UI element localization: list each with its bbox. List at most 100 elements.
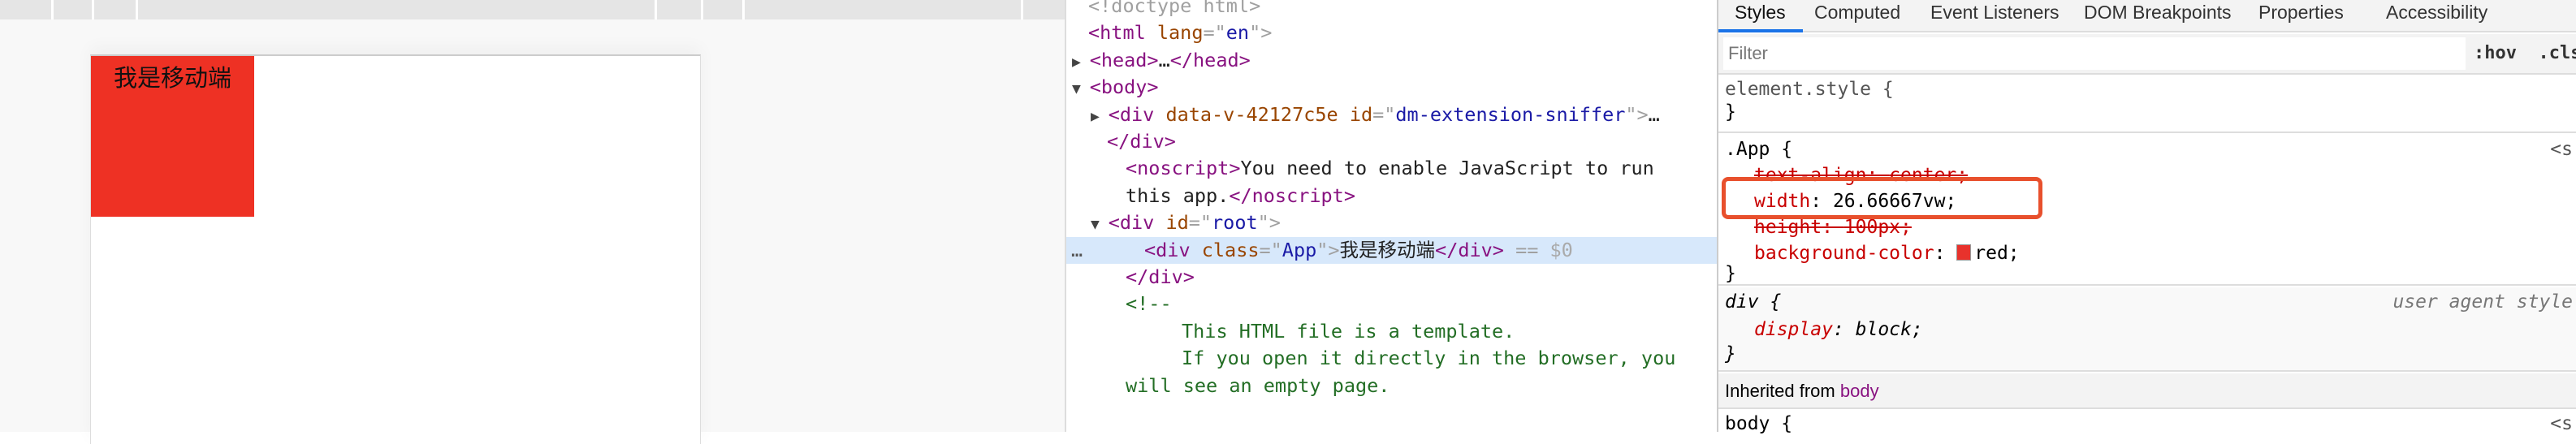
expand-triangle-icon[interactable]: ▶ [1091,108,1109,125]
rule-source[interactable]: <s [2550,411,2573,438]
page-viewport: 我是移动端 [0,0,1065,444]
hov-toggle[interactable]: :hov .cls [2474,37,2576,70]
collapse-triangle-icon[interactable]: ▼ [1072,80,1090,97]
dom-token: <body> [1089,75,1159,99]
dom-node-line[interactable] [1066,399,1717,426]
dom-token: This HTML file is a template. [1182,319,1515,343]
dom-token: $0 [1549,238,1573,261]
hov-button[interactable]: :hov [2474,43,2517,63]
dom-token: =" [1372,102,1396,126]
dom-token: "> [1316,238,1340,261]
decl-background-color[interactable]: background-color: red; [1754,240,2020,267]
dom-token: <noscript> [1126,157,1241,180]
dom-token: … [1648,102,1660,126]
dom-token: If you open it directly in the browser, … [1182,347,1676,370]
elements-dom-tree: <!doctype html> <html lang="en"> ▶ <head>…… [1065,0,1717,432]
body-rule: body { <s [1718,411,2576,443]
dom-token: </div> [1435,238,1504,261]
dom-node-line[interactable]: <html lang="en"> [1066,19,1717,46]
mobile-device-frame: 我是移动端 [90,54,701,444]
dom-node-line[interactable]: ▼ <body> [1066,74,1717,101]
tab-styles[interactable]: Styles [1735,0,1786,24]
dom-token: </div> [1107,130,1176,153]
dom-token: </noscript> [1229,183,1355,207]
dom-token: 我是移动端 [1339,238,1436,261]
dom-token: <div [1108,211,1166,235]
rule-selector[interactable]: body { [1725,411,1792,438]
div-user-agent-rule: div { user agent style display: block; } [1718,287,2576,372]
dom-token: </head> [1169,48,1251,71]
dom-token: root [1212,211,1258,235]
rule-source: user agent style [2392,291,2573,313]
element-style-rule: element.style { } [1718,75,2576,133]
dom-node-line[interactable]: ▶ <head>…</head> [1066,47,1717,74]
dom-token: App [1282,238,1317,261]
styles-pane: Styles Computed Event Listeners DOM Brea… [1717,0,2576,434]
rule-selector[interactable]: element.style { [1725,76,1894,103]
dom-token: data-v-42127c5e [1165,102,1350,126]
dom-node-selected[interactable]: … <div class="App">我是移动端</div> == $0 [1066,236,1717,264]
app-rule: .App { <s text-align: center; width: 26.… [1718,135,2576,286]
dom-node-line[interactable]: will see an empty page. [1066,373,1717,399]
tab-accessibility[interactable]: Accessibility [2386,0,2487,24]
collapse-triangle-icon[interactable]: ▼ [1091,216,1109,233]
tab-dom-breakpoints[interactable]: DOM Breakpoints [2084,0,2232,24]
inherited-header: Inherited from body [1718,373,2576,409]
dom-node-line[interactable]: <!-- [1066,291,1717,317]
dom-node-line[interactable]: This HTML file is a template. [1066,318,1717,345]
app-element[interactable]: 我是移动端 [91,56,254,217]
inherited-label: Inherited from [1725,381,1835,401]
dom-token: You need to enable JavaScript to run [1240,157,1654,180]
dom-token: <head> [1089,48,1159,71]
dom-token: <!doctype html> [1088,0,1261,17]
dom-token: this app. [1126,183,1230,207]
dom-token: en [1225,21,1250,45]
dom-token: will see an empty page. [1126,373,1390,397]
dom-token: id [1165,211,1189,235]
dom-node-line[interactable]: ▼ <div id="root"> [1066,209,1717,236]
dom-node-line[interactable]: ▶ <div data-v-42127c5e id="dm-extension-… [1066,101,1717,128]
dom-token: <div [1108,102,1166,126]
rule-source[interactable]: <s [2550,136,2573,163]
dom-node-line[interactable]: this app.</noscript> [1066,183,1717,209]
cls-button[interactable]: .cls [2538,43,2576,63]
rule-close: } [1725,263,1736,284]
dom-token: … [1158,48,1170,71]
dom-token: dm-extension-sniffer [1395,102,1626,126]
dom-token: id [1349,102,1373,126]
highlight-annotation-box [1722,177,2042,219]
dom-token: "> [1249,21,1273,45]
dom-token: class [1201,238,1260,261]
rule-selector: div { [1725,291,1782,313]
tab-computed[interactable]: Computed [1814,0,1900,24]
dom-token: </div> [1126,265,1195,288]
tab-event-listeners[interactable]: Event Listeners [1930,0,2060,24]
styles-filter-input[interactable]: Filter [1723,37,2466,70]
active-tab-indicator [1718,29,1803,32]
dom-token: =" [1188,211,1212,235]
tab-properties[interactable]: Properties [2258,0,2344,24]
dom-token: lang [1156,21,1204,45]
rule-selector[interactable]: .App { [1725,136,1792,163]
dom-node-line[interactable]: </div> [1066,264,1717,291]
dom-node-line[interactable]: <noscript>You need to enable JavaScript … [1066,155,1717,182]
expand-triangle-icon[interactable]: ▶ [1072,54,1090,71]
node-actions-marker[interactable]: … [1071,237,1083,264]
dom-token: =" [1203,21,1226,45]
dom-token: <html [1088,21,1157,45]
dom-node-line[interactable]: <!doctype html> [1066,0,1717,19]
styles-tab-bar: Styles Computed Event Listeners DOM Brea… [1718,0,2576,32]
dom-token: <!-- [1126,292,1172,316]
dom-token: == [1503,238,1550,261]
decl-display: display: block; [1754,319,1923,340]
inherited-from-link[interactable]: body [1840,381,1879,401]
dom-node-line[interactable]: </div> [1066,128,1717,155]
dom-token: =" [1259,238,1282,261]
dom-token: "> [1625,102,1649,126]
dom-token: <div [1144,238,1202,261]
color-swatch[interactable] [1956,244,1972,261]
dom-token: "> [1257,211,1281,235]
rule-close: } [1725,343,1736,364]
dom-node-line[interactable]: If you open it directly in the browser, … [1066,345,1717,372]
rule-close: } [1725,101,1736,123]
